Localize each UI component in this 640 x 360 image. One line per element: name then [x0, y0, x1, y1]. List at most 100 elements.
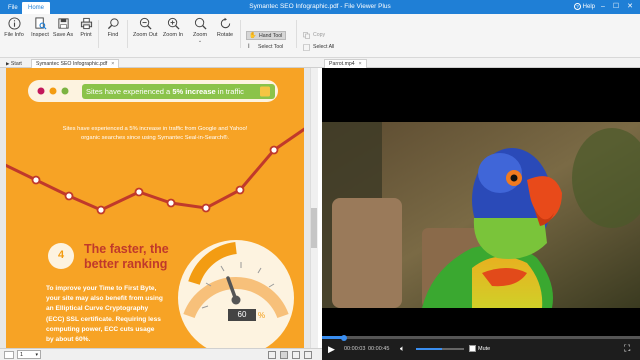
section-heading: The faster, the better ranking — [84, 242, 169, 272]
hand-tool-button[interactable]: ✋ Hand Tool — [246, 31, 287, 40]
tab-video[interactable]: Parrot.mp4 × — [324, 59, 367, 68]
print-button[interactable]: Print — [74, 17, 98, 38]
heading-line-2: better ranking — [84, 257, 168, 271]
stat-caption: Sites have experienced a 5% increase in … — [22, 125, 288, 143]
body-line: (ECC) SSL certificate. Requiring less — [46, 315, 161, 323]
video-progress-track[interactable] — [322, 336, 640, 339]
video-progress-handle[interactable] — [341, 334, 348, 341]
zoom-icon — [194, 17, 207, 30]
hand-tool-label: Hand Tool — [259, 33, 283, 39]
file-info-label: File Info — [4, 32, 24, 38]
select-all-button[interactable]: Select All — [301, 43, 334, 52]
zoom-in-button[interactable]: Zoom In — [161, 17, 185, 38]
help-icon: ? — [574, 3, 581, 10]
total-time: 00:00:45 — [368, 346, 390, 352]
continuous-view-icon[interactable] — [280, 351, 288, 359]
fullscreen-icon[interactable]: ⛶ — [624, 343, 630, 353]
zoom-out-label: Zoom Out — [133, 32, 158, 38]
mute-checkbox[interactable] — [469, 345, 476, 352]
stat-line-2: organic searches since using Symantec Se… — [81, 135, 229, 141]
menu-tab-home[interactable]: Home — [22, 2, 51, 14]
lock-icon — [260, 86, 270, 97]
tab-pdf[interactable]: Symantec SEO Infographic.pdf × — [31, 59, 120, 68]
video-frame — [322, 122, 640, 308]
chevron-down-icon: ⌄ — [197, 38, 203, 44]
mute-label: Mute — [478, 346, 491, 352]
inspect-label: Inspect — [31, 32, 49, 38]
maximize-icon[interactable]: ☐ — [611, 2, 621, 12]
status-bar: 1 ▾ — [0, 348, 322, 360]
page-nav-prev[interactable] — [4, 351, 14, 359]
play-button[interactable]: ▶ — [328, 344, 335, 354]
gauge-unit: % — [258, 311, 266, 320]
pdf-scrollbar-thumb[interactable] — [311, 208, 317, 248]
video-controls: ▶ 00:00:03 00:00:45 🔈︎ Mute ⛶ — [322, 334, 640, 360]
zoom-dropdown[interactable]: Zoom ⌄ — [188, 17, 212, 44]
window-title: Symantec SEO Infographic.pdf - File View… — [249, 3, 391, 10]
pdf-page: Sites have experienced a 5% increase in … — [6, 68, 304, 348]
fit-view-icon[interactable] — [304, 351, 312, 359]
zoom-out-button[interactable]: Zoom Out — [133, 17, 157, 38]
help-label: Help — [582, 4, 596, 10]
minimize-icon[interactable]: – — [598, 2, 608, 12]
pdf-viewer-pane[interactable]: Sites have experienced a 5% increase in … — [0, 68, 318, 348]
close-icon[interactable]: ✕ — [625, 2, 635, 12]
zoom-in-label: Zoom In — [162, 32, 184, 38]
ribbon-separator — [127, 20, 128, 48]
file-info-button[interactable]: File Info — [2, 17, 26, 38]
page-number-select[interactable]: 1 ▾ — [17, 350, 41, 359]
body-line: computing power, ECC cuts usage — [46, 325, 155, 333]
document-tab-strip: ▶ Start Symantec SEO Infographic.pdf × Pa… — [0, 58, 640, 68]
inspect-icon — [34, 17, 46, 30]
heading-line-1: The faster, the — [84, 242, 169, 256]
select-tool-button[interactable]: I Select Tool — [246, 43, 283, 52]
body-line: an Elliptical Curve Cryptography — [46, 305, 149, 313]
search-icon — [107, 18, 119, 30]
body-line: by about 60%. — [46, 336, 91, 344]
save-icon — [57, 18, 69, 29]
inspect-button[interactable]: Inspect — [28, 17, 52, 38]
trend-points — [31, 145, 279, 215]
dot-red — [37, 87, 45, 95]
rotate-button[interactable]: Rotate — [213, 17, 237, 38]
gauge-dial-bg — [178, 240, 294, 348]
rotate-label: Rotate — [216, 32, 234, 38]
find-label: Find — [107, 32, 119, 38]
play-icon: ▶ — [6, 61, 10, 66]
tab-start-label: Start — [10, 61, 22, 67]
menu-tab-file[interactable]: File — [2, 2, 24, 14]
current-time: 00:00:03 — [344, 346, 366, 352]
save-as-label: Save As — [52, 32, 74, 38]
video-tree-stump — [332, 198, 402, 308]
close-tab-icon[interactable]: × — [359, 61, 362, 67]
dot-green — [61, 87, 69, 95]
save-as-button[interactable]: Save As — [51, 17, 75, 38]
body-line: To improve your Time to First Byte, — [46, 285, 157, 292]
banner-text: Sites have experienced a 5% increase in … — [86, 87, 244, 96]
single-page-view-icon[interactable] — [268, 351, 276, 359]
body-line: your site may also benefit from using — [46, 295, 163, 303]
tab-start[interactable]: ▶ Start — [2, 59, 26, 68]
zoom-out-icon — [139, 17, 152, 30]
gauge-value: 60 — [237, 310, 247, 319]
hand-icon: ✋ — [249, 33, 257, 39]
tab-video-label: Parrot.mp4 — [329, 61, 355, 67]
stat-line-1: Sites have experienced a 5% increase in … — [62, 126, 248, 132]
copy-icon — [303, 32, 310, 39]
print-label: Print — [80, 32, 92, 38]
find-button[interactable]: Find — [101, 17, 125, 38]
rotate-icon — [220, 17, 230, 29]
help-button[interactable]: ? Help — [574, 3, 595, 10]
volume-icon[interactable]: 🔈︎ — [400, 344, 405, 354]
tab-pdf-label: Symantec SEO Infographic.pdf — [36, 61, 108, 67]
ribbon-separator — [296, 20, 297, 48]
info-icon — [7, 17, 21, 30]
video-player[interactable] — [322, 68, 640, 360]
close-tab-icon[interactable]: × — [111, 61, 114, 67]
select-all-label: Select All — [313, 44, 335, 50]
two-page-view-icon[interactable] — [292, 351, 300, 359]
ribbon-separator — [240, 20, 241, 48]
page-number: 1 — [20, 352, 24, 358]
select-all-icon — [303, 44, 310, 51]
copy-button[interactable]: Copy — [301, 31, 325, 40]
